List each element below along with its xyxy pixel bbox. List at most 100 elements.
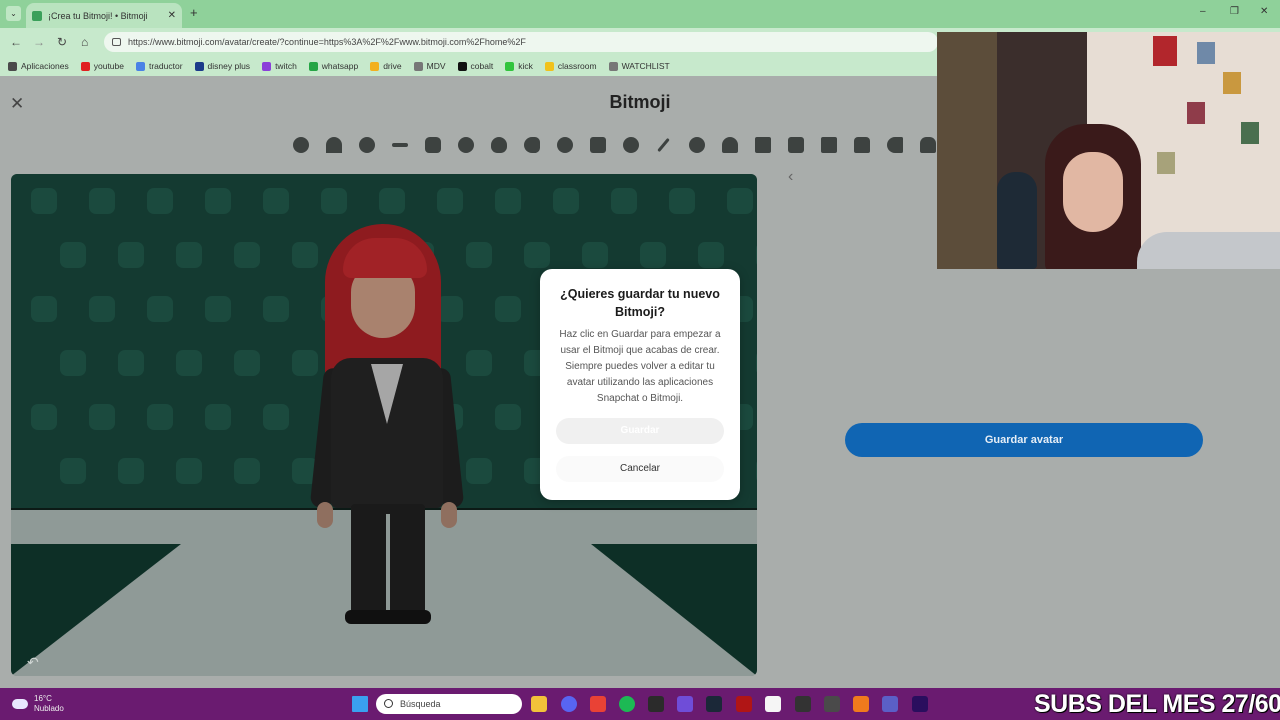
bookmark-item[interactable]: WATCHLIST (608, 61, 670, 71)
teams-icon[interactable] (882, 696, 898, 712)
eyebrow-icon[interactable] (383, 134, 416, 156)
hanger-icon[interactable] (746, 134, 779, 156)
cheek-icon-glyph (457, 137, 474, 153)
backdrop-pattern-tile (466, 242, 492, 268)
makeup-icon[interactable] (647, 134, 680, 156)
backdrop-pattern-tile (466, 458, 492, 484)
premiere-icon[interactable] (912, 696, 928, 712)
bookmark-label: WATCHLIST (621, 61, 670, 71)
backdrop-pattern-tile (118, 242, 144, 268)
site-info-icon[interactable] (112, 38, 121, 46)
bookmark-item[interactable]: traductor (135, 61, 183, 71)
backdrop-pattern-tile (89, 188, 115, 214)
pants-icon[interactable] (812, 134, 845, 156)
tab-search-button[interactable]: ⌄ (6, 6, 21, 21)
weather-widget[interactable]: 16°C Nublado (12, 694, 64, 714)
hat-icon[interactable] (713, 134, 746, 156)
forward-button[interactable]: → (33, 34, 45, 50)
start-icon[interactable] (352, 696, 368, 712)
chrome-icon[interactable] (590, 696, 606, 712)
face-accessory-icon[interactable] (614, 134, 647, 156)
hair-icon[interactable] (317, 134, 350, 156)
bookmark-item[interactable]: classroom (544, 61, 597, 71)
backdrop-pattern-tile (524, 242, 550, 268)
dress-icon[interactable] (845, 134, 878, 156)
shirt-icon-glyph (787, 137, 804, 153)
close-window-button[interactable]: ✕ (1260, 6, 1268, 17)
new-tab-button[interactable]: + (190, 6, 198, 20)
bookmark-item[interactable]: kick (505, 61, 533, 71)
backdrop-pattern-tile (31, 404, 57, 430)
bookmark-item[interactable]: cobalt (457, 61, 493, 71)
face-lines-icon[interactable] (548, 134, 581, 156)
steam-icon[interactable] (706, 696, 722, 712)
save-avatar-button[interactable]: Guardar avatar (845, 423, 1203, 457)
mouth-icon[interactable] (482, 134, 515, 156)
dialog-save-button[interactable]: Guardar (556, 418, 724, 444)
bookmark-icon (194, 61, 204, 71)
backdrop-pattern-tile (756, 242, 757, 268)
close-editor-button[interactable]: ✕ (10, 94, 24, 114)
cheek-icon[interactable] (449, 134, 482, 156)
bookmark-item[interactable]: disney plus (194, 61, 251, 71)
backdrop-pattern-tile (205, 404, 231, 430)
eye-icon[interactable] (350, 134, 383, 156)
bookmark-item[interactable]: MDV (413, 61, 446, 71)
bitmoji-avatar (307, 218, 467, 628)
weather-temp: 16°C (34, 694, 52, 703)
undo-icon[interactable]: ↶ (27, 654, 39, 671)
bookmark-item[interactable]: Aplicaciones (8, 61, 69, 71)
bookmark-label: disney plus (207, 61, 251, 71)
webcam-photo (1223, 72, 1241, 94)
backdrop-pattern-tile (379, 188, 405, 214)
bookmark-label: classroom (557, 61, 597, 71)
webcam-overlay (937, 32, 1280, 269)
face-lines-icon-glyph (556, 137, 573, 153)
home-button[interactable]: ⌂ (81, 34, 88, 50)
face-shape-icon[interactable] (284, 134, 317, 156)
obs-icon[interactable] (648, 696, 664, 712)
ear-icon-glyph (523, 137, 540, 153)
dialog-cancel-button[interactable]: Cancelar (556, 456, 724, 482)
reload-button[interactable]: ↻ (57, 34, 67, 50)
back-button[interactable]: ← (10, 34, 22, 50)
bookmark-item[interactable]: drive (370, 61, 402, 71)
bookmark-item[interactable]: youtube (80, 61, 124, 71)
shoe-icon[interactable] (878, 134, 911, 156)
shirt-icon[interactable] (779, 134, 812, 156)
nose-icon[interactable] (416, 134, 449, 156)
bookmark-icon (370, 61, 380, 71)
cloud-icon (12, 699, 28, 709)
backdrop-pattern-tile (205, 296, 231, 322)
chevron-left-icon[interactable]: ‹ (788, 168, 793, 186)
body-icon[interactable] (581, 134, 614, 156)
bookmark-item[interactable]: twitch (262, 61, 297, 71)
app-icon[interactable] (677, 696, 693, 712)
webcam-photo (1157, 152, 1175, 174)
file-explorer-icon[interactable] (531, 696, 547, 712)
chatgpt-icon[interactable] (824, 696, 840, 712)
bookmark-item[interactable]: whatsapp (308, 61, 358, 71)
backdrop-pattern-tile (118, 350, 144, 376)
spotify-icon[interactable] (619, 696, 635, 712)
bookmark-icon (308, 61, 318, 71)
weather-condition: Nublado (34, 704, 64, 713)
tab-close-icon[interactable]: ✕ (168, 10, 176, 21)
bitmoji-favicon-icon (32, 10, 42, 21)
bookmark-icon (608, 61, 618, 71)
notion-icon[interactable] (795, 696, 811, 712)
maximize-button[interactable]: ❐ (1230, 6, 1239, 17)
avatar-hand-right (441, 502, 457, 528)
browser-tab[interactable]: ¡Crea tu Bitmoji! • Bitmoji ✕ (26, 3, 182, 28)
glasses-icon[interactable] (680, 134, 713, 156)
bookmark-icon (413, 61, 423, 71)
app-icon[interactable] (736, 696, 752, 712)
discord-icon[interactable] (561, 696, 577, 712)
ear-icon[interactable] (515, 134, 548, 156)
url-field[interactable]: https://www.bitmoji.com/avatar/create/?c… (104, 32, 938, 52)
bookmark-label: MDV (426, 61, 446, 71)
taskbar-search[interactable]: Búsqueda (376, 694, 522, 714)
fl-studio-icon[interactable] (853, 696, 869, 712)
notion-icon[interactable] (765, 696, 781, 712)
minimize-button[interactable]: – (1200, 6, 1206, 17)
